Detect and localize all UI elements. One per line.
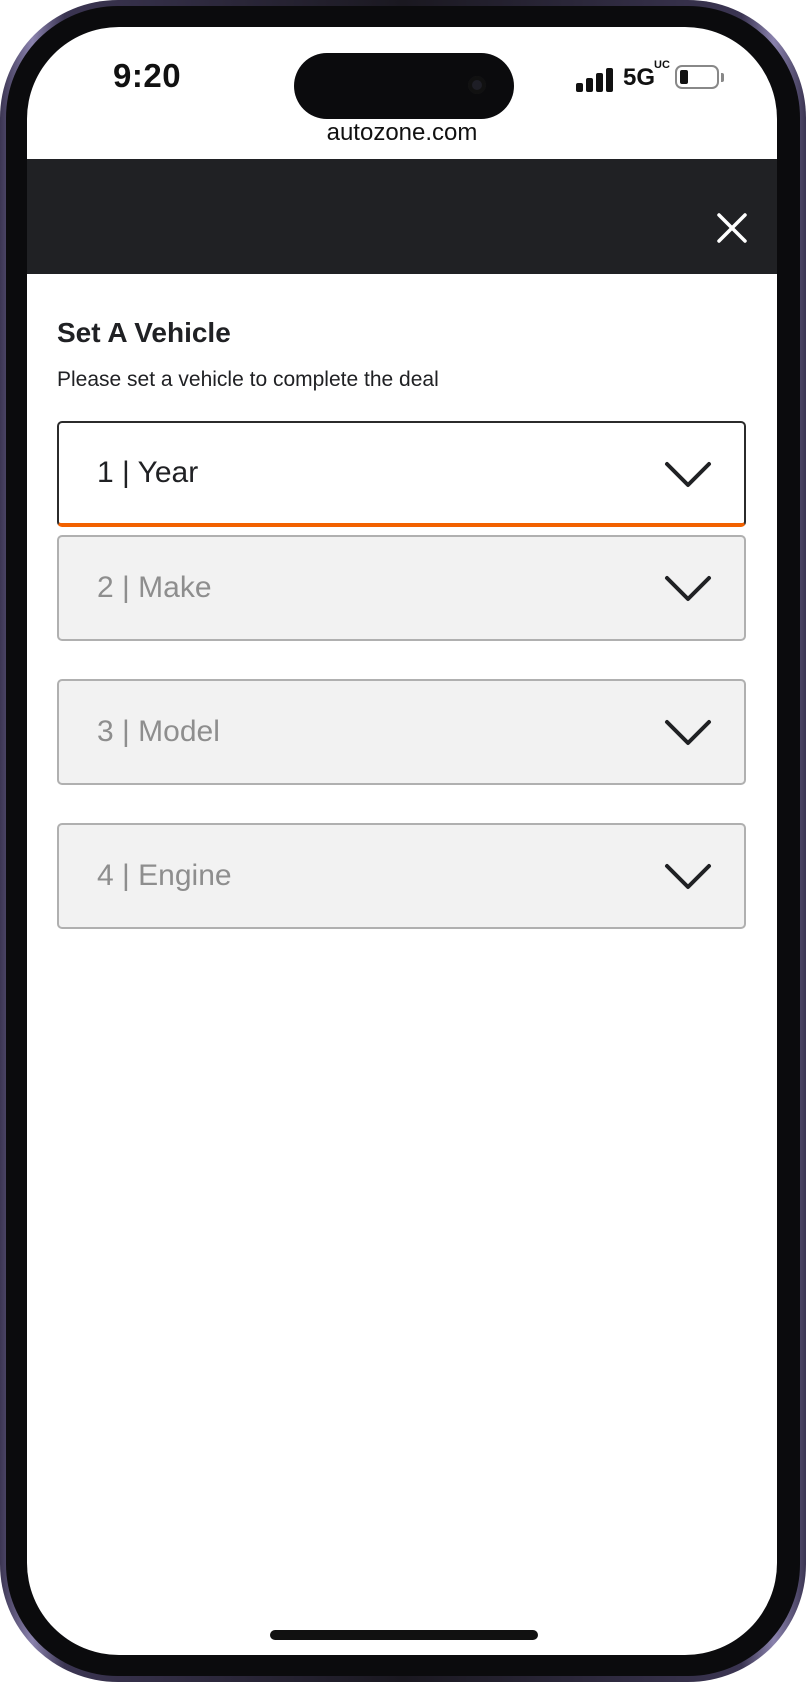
year-select-label: 1 | Year xyxy=(97,456,199,489)
chevron-down-icon xyxy=(665,462,711,487)
modal-title: Set A Vehicle xyxy=(57,317,231,348)
model-select[interactable]: 3 | Model xyxy=(57,679,746,785)
make-select[interactable]: 2 | Make xyxy=(57,535,746,641)
chevron-down-icon xyxy=(665,720,711,745)
network-badge: UC xyxy=(654,59,670,71)
make-select-label: 2 | Make xyxy=(97,571,212,604)
close-icon[interactable] xyxy=(713,209,751,247)
address-bar-url[interactable]: autozone.com xyxy=(27,119,777,147)
modal-header xyxy=(27,159,777,274)
year-select[interactable]: 1 | Year xyxy=(57,421,746,527)
engine-select-label: 4 | Engine xyxy=(97,859,232,892)
status-time: 9:20 xyxy=(113,57,182,94)
network-indicator: 5GUC xyxy=(623,59,670,92)
screen: 9:20 5GUC autozone.com Set A Vehicle Ple… xyxy=(27,27,777,1655)
home-indicator[interactable] xyxy=(270,1630,538,1640)
battery-tip xyxy=(721,73,724,82)
model-select-label: 3 | Model xyxy=(97,715,220,748)
signal-icon xyxy=(576,68,618,92)
battery-low-icon xyxy=(675,65,719,89)
chevron-down-icon xyxy=(665,576,711,601)
camera-icon xyxy=(468,76,486,94)
chevron-down-icon xyxy=(665,864,711,889)
modal-subtitle: Please set a vehicle to complete the dea… xyxy=(57,368,439,391)
engine-select[interactable]: 4 | Engine xyxy=(57,823,746,929)
dynamic-island xyxy=(294,53,514,119)
